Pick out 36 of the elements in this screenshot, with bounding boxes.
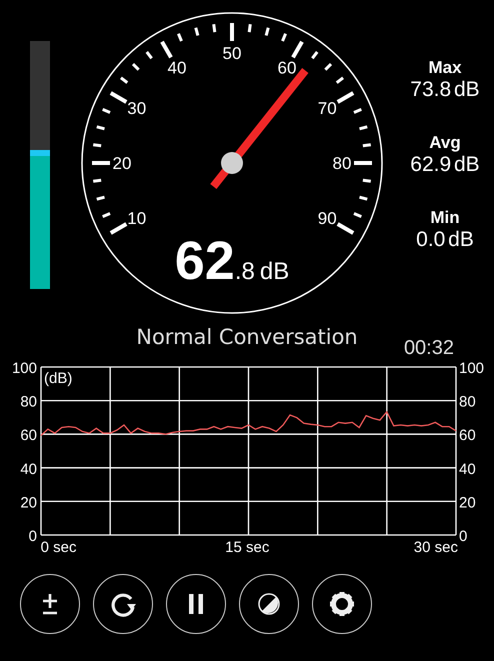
axis-label: 80 [459,394,476,411]
reading-value: 62.8 dB [174,231,290,291]
axis-label: 20 [459,494,476,512]
axis-label: 15 sec [225,539,270,556]
axis-label: 0 sec [40,539,77,556]
axis-label: 0 [28,528,37,545]
axis-label: 20 [20,494,37,512]
scale-label: 40 [168,58,186,78]
axis-label: 60 [459,427,476,444]
needle-hub [221,152,243,174]
scale-label: 30 [127,99,146,118]
stat-label: Min [430,208,460,228]
settings-icon [328,590,356,618]
axis-label: 100 [459,360,484,377]
stat-value: 62.9 dB [410,153,480,177]
axis-label: 30 sec [414,539,458,556]
sound-category: Normal Conversation [136,324,358,351]
axis-label: 0 [459,528,468,545]
stat-label: Max [428,58,462,78]
axis-label: 100 [12,360,37,377]
scale-label: 20 [112,154,132,173]
scale-label: 10 [127,209,146,228]
scale-label: 70 [318,99,337,118]
axis-label: 60 [20,427,37,444]
elapsed-time: 00:32 [404,336,454,360]
axis-label: 40 [20,460,37,478]
scale-label: 50 [222,44,242,63]
stat-value: 73.8 dB [410,78,480,102]
stat-value: 0.0 dB [416,228,474,252]
axis-title: (dB) [44,370,72,387]
scale-label: 60 [278,58,296,78]
stat-label: Avg [429,133,461,153]
axis-label: 80 [20,394,37,411]
scale-label: 90 [318,209,337,228]
axis-label: 40 [459,460,476,478]
scale-label: 80 [332,154,352,173]
